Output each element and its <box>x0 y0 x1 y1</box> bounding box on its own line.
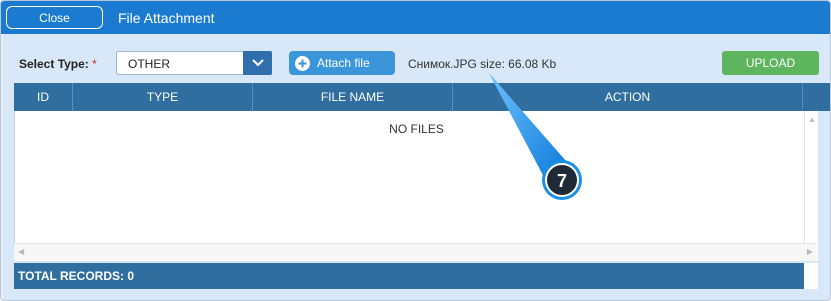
scroll-left-icon[interactable]: ◀ <box>18 247 24 256</box>
column-header-type[interactable]: TYPE <box>73 83 253 111</box>
type-select-value: OTHER <box>128 57 170 71</box>
attach-file-label: Attach file <box>317 56 370 70</box>
vertical-scrollbar[interactable]: ▲ ▼ <box>804 111 818 261</box>
required-mark: * <box>92 57 97 71</box>
upload-button[interactable]: UPLOAD <box>722 51 819 75</box>
file-info-text: Снимок.JPG size: 66.08 Kb <box>408 57 557 71</box>
column-header-filler <box>803 83 830 111</box>
attach-file-button[interactable]: Attach file <box>289 51 395 75</box>
type-select[interactable]: OTHER <box>116 51 272 75</box>
select-type-label: Select Type: * <box>19 57 97 71</box>
grid-body: NO FILES <box>14 111 817 261</box>
plus-circle-icon <box>295 55 310 71</box>
chevron-down-icon[interactable] <box>243 51 272 75</box>
scroll-right-icon[interactable]: ▶ <box>807 247 813 256</box>
grid-footer: TOTAL RECORDS: 0 <box>14 263 804 289</box>
select-type-text: Select Type: <box>19 57 89 71</box>
total-records: TOTAL RECORDS: 0 <box>18 269 135 283</box>
column-header-id[interactable]: ID <box>14 83 73 111</box>
column-header-action[interactable]: ACTION <box>453 83 803 111</box>
grid-header: ID TYPE FILE NAME ACTION <box>14 83 830 111</box>
column-header-file-name[interactable]: FILE NAME <box>253 83 453 111</box>
empty-message: NO FILES <box>389 122 444 136</box>
titlebar: Close File Attachment <box>1 1 830 34</box>
scroll-up-icon[interactable]: ▲ <box>808 115 816 124</box>
dialog-title: File Attachment <box>118 10 215 26</box>
horizontal-scrollbar[interactable]: ◀ ▶ <box>14 243 817 261</box>
file-attachment-dialog: Close File Attachment Select Type: * OTH… <box>0 0 831 301</box>
footer-filler <box>804 263 818 289</box>
close-button[interactable]: Close <box>6 6 103 29</box>
